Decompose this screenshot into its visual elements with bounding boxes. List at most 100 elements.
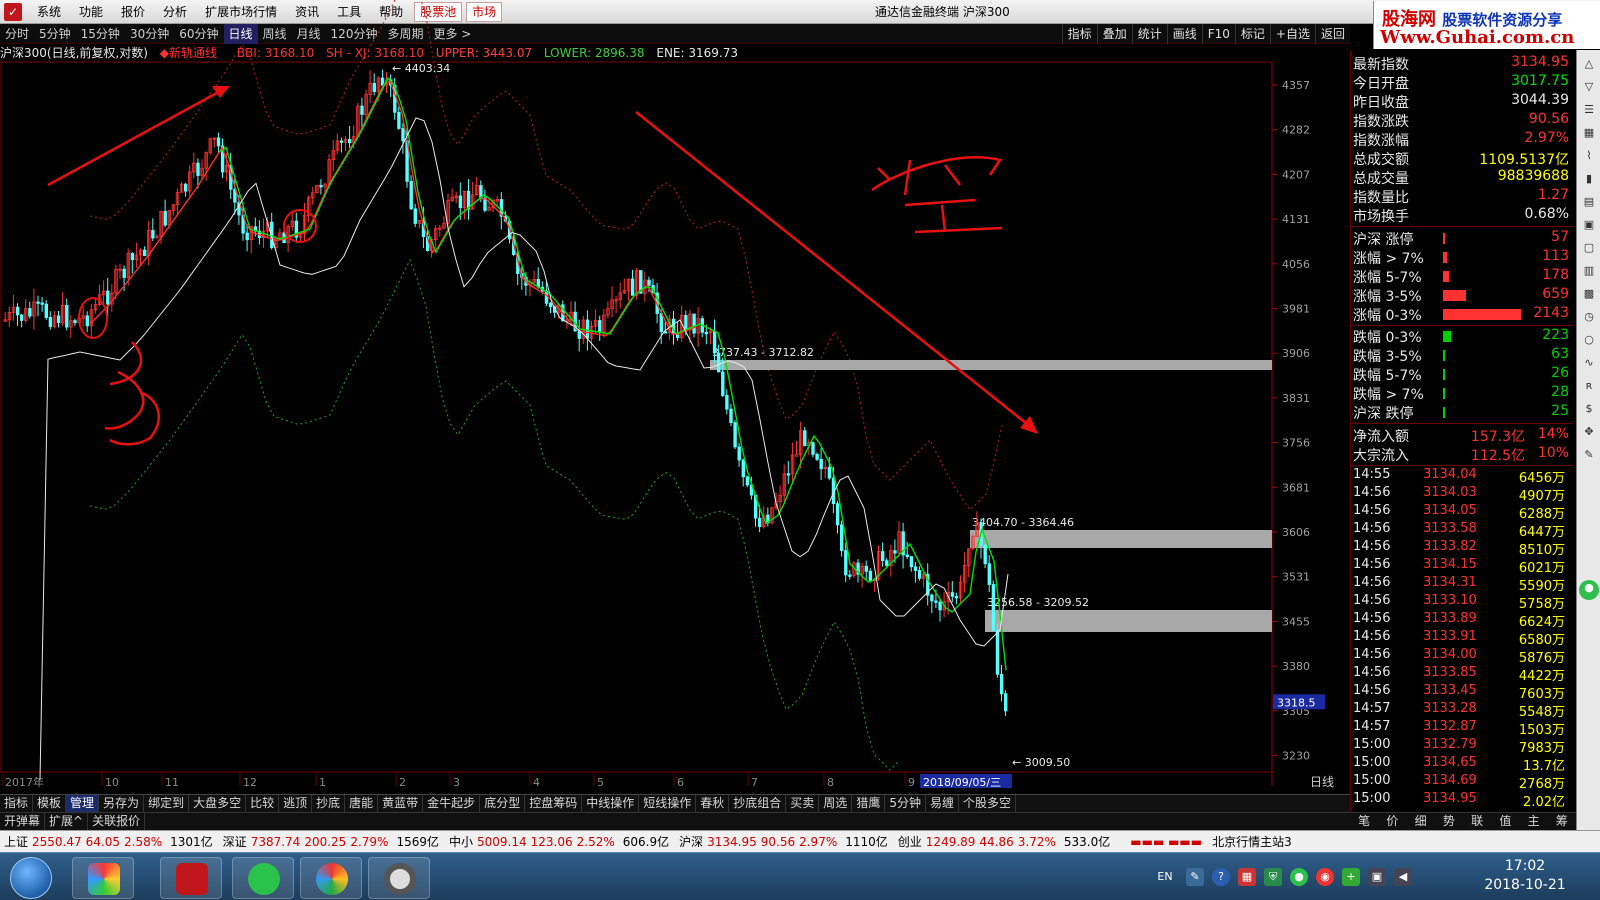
- language-indicator[interactable]: EN: [1152, 868, 1178, 886]
- status-index-name[interactable]: 深证: [223, 833, 247, 850]
- indicator-tab-3[interactable]: 另存为: [99, 795, 145, 812]
- tick-row: 14:56 3134.03 4907万: [1351, 485, 1573, 504]
- bar-icon[interactable]: ▮: [1581, 171, 1597, 187]
- plus-icon[interactable]: +: [1342, 868, 1360, 886]
- extra-tab-2[interactable]: 关联报价: [88, 813, 146, 830]
- indicator-tab-8[interactable]: 抄底: [312, 795, 346, 812]
- browser-tray-icon[interactable]: ◉: [1316, 868, 1334, 886]
- indicator-tab-20[interactable]: 猎鹰: [852, 795, 886, 812]
- panel-tab-5[interactable]: 值: [1495, 813, 1515, 830]
- taskbar-tdx-icon[interactable]: [160, 857, 222, 899]
- panel-tab-2[interactable]: 细: [1411, 813, 1431, 830]
- wechat-tray-icon[interactable]: ●: [1290, 868, 1308, 886]
- taskbar-app-icon[interactable]: [72, 857, 134, 899]
- crosshair-icon[interactable]: ✥: [1581, 424, 1597, 440]
- panel-tab-6[interactable]: 主: [1524, 813, 1544, 830]
- indicator-tab-12[interactable]: 底分型: [480, 795, 526, 812]
- taskbar-clock[interactable]: 17:02 2018-10-21: [1470, 857, 1580, 895]
- panel-tab-4[interactable]: 联: [1467, 813, 1487, 830]
- indicator-tab-4[interactable]: 绑定到: [144, 795, 190, 812]
- candle-body: [999, 673, 1004, 695]
- status-index-name[interactable]: 创业: [898, 833, 922, 850]
- indicator-tab-9[interactable]: 唐能: [345, 795, 379, 812]
- shield-icon[interactable]: ⛨: [1264, 868, 1282, 886]
- indicator-tab-17[interactable]: 抄底组合: [729, 795, 787, 812]
- panel-tab-3[interactable]: 势: [1439, 813, 1459, 830]
- resistance-zones: 3737.43 - 3712.82 3404.70 - 3364.46 3256.5…: [710, 346, 1272, 632]
- status-index-name[interactable]: 沪深: [679, 833, 703, 850]
- f12-icon[interactable]: ▩: [1581, 286, 1597, 302]
- period-label: 日线: [1310, 775, 1334, 789]
- tick-price: 3134.69: [1423, 773, 1477, 788]
- indicator-tab-7[interactable]: 逃顶: [279, 795, 313, 812]
- status-index-name[interactable]: 上证: [4, 833, 28, 850]
- pencil-icon[interactable]: ✎: [1581, 447, 1597, 463]
- indicator-tab-23[interactable]: 个股多空: [959, 795, 1016, 812]
- candle-body: [360, 105, 364, 115]
- breadth-value: 26: [1551, 365, 1569, 381]
- summary-row: 今日开盘 3017.75: [1351, 73, 1573, 92]
- candle-body: [930, 594, 934, 602]
- down-arrow-icon[interactable]: ▽: [1581, 79, 1597, 95]
- list-icon[interactable]: ☰: [1581, 102, 1597, 118]
- indicator-tab-6[interactable]: 比较: [246, 795, 280, 812]
- tick-time: 14:56: [1353, 647, 1391, 662]
- candle-body: [130, 253, 135, 260]
- indicator-tab-16[interactable]: 春秋: [696, 795, 730, 812]
- taskbar-wechat-icon[interactable]: [232, 857, 294, 899]
- f10-icon[interactable]: ▣: [1581, 217, 1597, 233]
- status-index-name[interactable]: 中小: [449, 833, 473, 850]
- extra-tab-0[interactable]: 开弹幕: [0, 813, 46, 830]
- indicator-tab-10[interactable]: 黄蓝带: [378, 795, 424, 812]
- green-circle-icon[interactable]: ●: [1579, 580, 1599, 600]
- system-tray: EN ✎ ? ▦ ⛨ ● ◉ + ▣ ◀: [1148, 857, 1416, 897]
- doc-icon[interactable]: ▢: [1581, 240, 1597, 256]
- panel-tab-7[interactable]: 筹: [1552, 813, 1572, 830]
- indicator-tab-21[interactable]: 5分钟: [885, 795, 926, 812]
- network-icon[interactable]: ▣: [1368, 868, 1386, 886]
- table-icon[interactable]: ▤: [1581, 194, 1597, 210]
- candle-body: [909, 556, 914, 568]
- rsi-icon[interactable]: ʀ: [1581, 378, 1597, 394]
- taskbar-browser-icon[interactable]: [300, 857, 362, 899]
- tray-app-icon[interactable]: ▦: [1238, 868, 1256, 886]
- wave-icon[interactable]: ∿: [1581, 355, 1597, 371]
- input-icon[interactable]: ✎: [1186, 868, 1204, 886]
- status-index-amount: 1301亿: [170, 835, 213, 849]
- indicator-tab-1[interactable]: 模板: [33, 795, 67, 812]
- taskbar-camera-icon[interactable]: [368, 857, 430, 899]
- plot-frame: [0, 61, 1273, 773]
- indicator-tab-13[interactable]: 控盘筹码: [525, 795, 583, 812]
- indicator-tab-5[interactable]: 大盘多空: [189, 795, 247, 812]
- calendar-icon[interactable]: ▥: [1581, 263, 1597, 279]
- clock-icon[interactable]: ◷: [1581, 309, 1597, 325]
- indicator-tab-0[interactable]: 指标: [0, 795, 34, 812]
- start-button[interactable]: [10, 857, 52, 899]
- tick-time: 14:57: [1353, 719, 1391, 734]
- indicator-tab-19[interactable]: 周选: [819, 795, 853, 812]
- indicator-tab-14[interactable]: 中线操作: [582, 795, 640, 812]
- indicator-tab-11[interactable]: 金牛起步: [423, 795, 481, 812]
- help-icon[interactable]: ?: [1212, 868, 1230, 886]
- bull-scribble: [104, 341, 160, 446]
- dollar-icon[interactable]: $: [1581, 401, 1597, 417]
- tick-price: 3133.85: [1423, 665, 1477, 680]
- indicator-tab-18[interactable]: 买卖: [786, 795, 820, 812]
- up-arrow-icon[interactable]: △: [1581, 56, 1597, 72]
- panel-tab-1[interactable]: 价: [1382, 813, 1402, 830]
- grid-icon[interactable]: ▦: [1581, 125, 1597, 141]
- circle-icon[interactable]: ○: [1581, 332, 1597, 348]
- summary-row: 最新指数 3134.95: [1351, 54, 1573, 73]
- candle-body: [725, 395, 729, 410]
- indicator-tab-2[interactable]: 管理: [66, 795, 100, 812]
- server-name[interactable]: 北京行情主站3: [1212, 833, 1292, 850]
- chart-icon[interactable]: ⌇: [1581, 148, 1597, 164]
- indicator-tab-15[interactable]: 短线操作: [639, 795, 697, 812]
- uptrend-arrowhead: [212, 86, 230, 98]
- indicator-tab-22[interactable]: 易缠: [926, 795, 959, 812]
- tick-time: 14:56: [1353, 611, 1391, 626]
- panel-tab-0[interactable]: 笔: [1354, 813, 1374, 830]
- volume-icon[interactable]: ◀: [1394, 868, 1412, 886]
- summary-value: 98839688: [1497, 168, 1569, 184]
- extra-tab-1[interactable]: 扩展^: [45, 813, 89, 830]
